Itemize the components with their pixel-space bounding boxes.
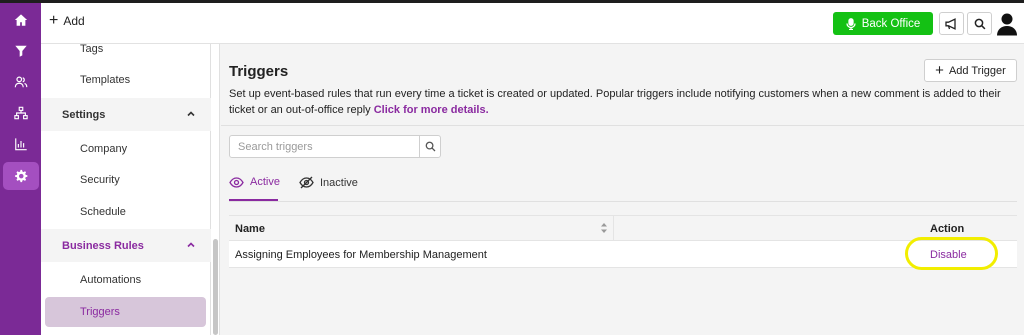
tab-label: Inactive — [320, 176, 358, 189]
annotation-highlight — [905, 237, 998, 270]
tab-label: Active — [250, 176, 280, 188]
divider — [229, 201, 1017, 202]
rail-settings-button[interactable] — [3, 162, 39, 190]
sidebar-item-label: Triggers — [80, 306, 120, 318]
user-avatar[interactable] — [996, 12, 1018, 36]
sidebar-section-label: Settings — [62, 109, 106, 121]
eye-icon — [229, 176, 244, 188]
megaphone-icon — [945, 17, 956, 30]
sidebar-item-tags[interactable]: Tags — [80, 43, 103, 55]
app-rail — [0, 3, 41, 335]
gear-icon — [15, 169, 28, 183]
plus-icon: + — [935, 61, 944, 79]
search-button[interactable] — [419, 136, 441, 157]
add-trigger-label: Add Trigger — [948, 64, 1006, 77]
add-button[interactable]: + Add — [49, 12, 85, 29]
announcements-button[interactable] — [939, 12, 964, 35]
plus-icon: + — [49, 12, 59, 29]
tab-inactive[interactable]: Inactive — [299, 176, 358, 189]
rail-users-button[interactable] — [3, 68, 39, 96]
home-icon — [14, 14, 28, 26]
table-header: Name Action — [229, 215, 1017, 241]
top-bar: + Add Back Office — [41, 3, 1024, 44]
rail-org-button[interactable] — [3, 99, 39, 127]
scrollbar-thumb[interactable] — [213, 239, 218, 335]
sidebar-scrollbar[interactable] — [211, 44, 220, 335]
settings-sidebar: Tags Templates Settings Company Security… — [41, 43, 211, 335]
rail-reports-button[interactable] — [3, 130, 39, 158]
eye-off-icon — [299, 176, 314, 189]
main-content: Triggers + Add Trigger Set up event-base… — [221, 44, 1024, 335]
add-trigger-button[interactable]: + Add Trigger — [924, 59, 1017, 82]
funnel-icon — [15, 45, 27, 57]
sidebar-item-schedule[interactable]: Schedule — [80, 206, 126, 218]
page-description: Set up event-based rules that run every … — [229, 87, 1019, 118]
chevron-up-icon — [187, 111, 195, 117]
more-details-link[interactable]: Click for more details. — [374, 104, 489, 116]
table-row: Assigning Employees for Membership Manag… — [229, 241, 1017, 268]
divider — [221, 125, 1024, 126]
search-input[interactable] — [230, 136, 420, 157]
sidebar-item-templates[interactable]: Templates — [80, 74, 130, 86]
back-office-label: Back Office — [861, 17, 921, 30]
column-separator[interactable] — [613, 216, 614, 240]
microphone-icon — [846, 17, 856, 30]
sidebar-section-settings[interactable]: Settings — [41, 98, 211, 131]
rail-home-button[interactable] — [3, 6, 39, 34]
users-icon — [14, 76, 28, 88]
description-text: Set up event-based rules that run every … — [229, 88, 1001, 116]
sidebar-section-label: Business Rules — [62, 240, 144, 252]
sidebar-item-automations[interactable]: Automations — [80, 274, 141, 286]
trigger-name[interactable]: Assigning Employees for Membership Manag… — [235, 249, 487, 261]
user-icon — [997, 13, 1017, 36]
sidebar-item-triggers[interactable]: Triggers — [45, 297, 206, 327]
sidebar-item-company[interactable]: Company — [80, 143, 127, 155]
page-title: Triggers — [229, 63, 289, 80]
sort-icon[interactable] — [600, 222, 608, 234]
search-icon — [425, 141, 436, 152]
column-header-name[interactable]: Name — [235, 223, 265, 235]
global-search-button[interactable] — [967, 12, 992, 35]
add-button-label: Add — [63, 14, 85, 28]
column-header-action: Action — [930, 223, 965, 235]
search-box — [229, 135, 441, 158]
search-icon — [974, 18, 985, 29]
rail-funnel-button[interactable] — [3, 37, 39, 65]
bar-chart-icon — [15, 138, 27, 151]
back-office-button[interactable]: Back Office — [833, 12, 933, 35]
org-chart-icon — [14, 106, 28, 120]
sidebar-item-security[interactable]: Security — [80, 174, 120, 186]
tab-active[interactable]: Active — [229, 176, 280, 188]
chevron-up-icon — [187, 242, 195, 248]
sidebar-section-business-rules[interactable]: Business Rules — [41, 229, 211, 262]
